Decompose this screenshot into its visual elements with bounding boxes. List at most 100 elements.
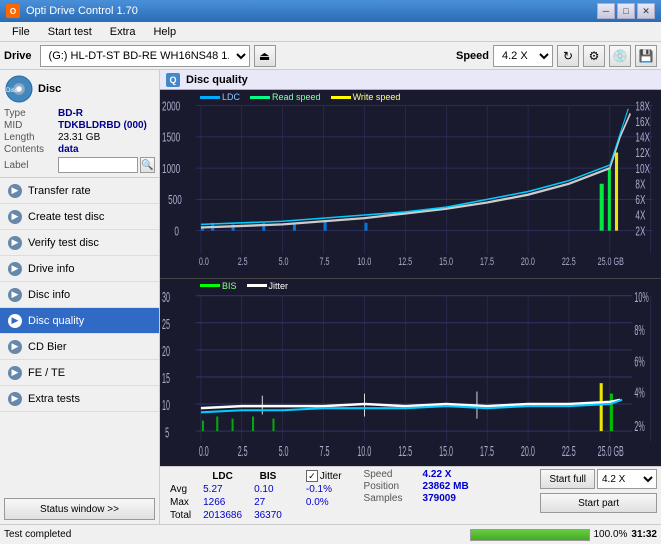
settings-button[interactable]: ⚙: [583, 45, 605, 67]
sidebar-item-fe-te[interactable]: ▶ FE / TE: [0, 360, 159, 386]
max-ldc: 1266: [197, 496, 248, 509]
svg-text:15: 15: [162, 371, 170, 386]
svg-text:20.0: 20.0: [521, 444, 535, 459]
svg-text:0.0: 0.0: [199, 444, 209, 459]
drive-toolbar: Drive (G:) HL-DT-ST BD-RE WH16NS48 1.D3 …: [0, 42, 661, 70]
svg-text:5: 5: [165, 425, 169, 440]
mid-value: TDKBLDRBD (000): [58, 120, 147, 131]
menu-help[interactable]: Help: [145, 24, 184, 40]
drive-select[interactable]: (G:) HL-DT-ST BD-RE WH16NS48 1.D3: [40, 45, 250, 67]
svg-text:2.5: 2.5: [238, 444, 248, 459]
progress-percent: 100.0%: [594, 529, 628, 540]
svg-text:5.0: 5.0: [279, 256, 289, 268]
chart1-container: LDC Read speed Write speed: [160, 90, 661, 279]
nav-list: ▶ Transfer rate ▶ Create test disc ▶ Ver…: [0, 178, 159, 494]
length-value: 23.31 GB: [58, 132, 100, 143]
status-text: Test completed: [4, 529, 466, 540]
sidebar-item-extra-tests[interactable]: ▶ Extra tests: [0, 386, 159, 412]
create-test-icon: ▶: [8, 210, 22, 224]
charts-area: LDC Read speed Write speed: [160, 90, 661, 466]
svg-text:25.0 GB: 25.0 GB: [598, 256, 624, 268]
svg-text:5.0: 5.0: [279, 444, 289, 459]
svg-text:15.0: 15.0: [439, 256, 453, 268]
start-full-button[interactable]: Start full: [540, 469, 595, 489]
quality-title: Disc quality: [186, 74, 248, 86]
position-value: 23862 MB: [423, 481, 469, 492]
sidebar-item-verify-test-disc[interactable]: ▶ Verify test disc: [0, 230, 159, 256]
svg-text:12.5: 12.5: [398, 256, 412, 268]
total-ldc: 2013686: [197, 509, 248, 522]
svg-text:10.0: 10.0: [357, 444, 371, 459]
samples-label: Samples: [364, 493, 419, 504]
position-label: Position: [364, 481, 419, 492]
action-buttons: Start full 4.2 X Start part: [540, 469, 657, 513]
sidebar-item-cd-bier[interactable]: ▶ CD Bier: [0, 334, 159, 360]
content-area: Q Disc quality LDC Read speed: [160, 70, 661, 524]
app-icon: O: [6, 4, 20, 18]
svg-text:1500: 1500: [162, 131, 180, 145]
avg-label: Avg: [164, 483, 197, 496]
label-label: Label: [4, 160, 56, 171]
disc-button[interactable]: 💿: [609, 45, 631, 67]
svg-text:6X: 6X: [635, 193, 645, 207]
svg-text:2%: 2%: [634, 419, 644, 434]
menu-start-test[interactable]: Start test: [40, 24, 100, 40]
chart1-legend: LDC Read speed Write speed: [200, 92, 400, 102]
avg-bis: 0.10: [248, 483, 288, 496]
chart2-svg: 30 25 20 15 10 5 10% 8% 6% 4% 2% 0.0 2.5…: [160, 279, 661, 467]
svg-text:8X: 8X: [635, 178, 645, 192]
progress-fill: [471, 530, 589, 540]
status-window-button[interactable]: Status window >>: [4, 498, 155, 520]
progress-bar: [470, 529, 590, 541]
label-search-button[interactable]: 🔍: [140, 157, 155, 173]
avg-ldc: 5.27: [197, 483, 248, 496]
close-button[interactable]: ✕: [637, 3, 655, 19]
fe-te-icon: ▶: [8, 366, 22, 380]
save-button[interactable]: 💾: [635, 45, 657, 67]
eject-button[interactable]: ⏏: [254, 45, 276, 67]
svg-text:2.5: 2.5: [238, 256, 248, 268]
sidebar-item-transfer-rate[interactable]: ▶ Transfer rate: [0, 178, 159, 204]
svg-text:4%: 4%: [634, 386, 644, 401]
svg-text:4X: 4X: [635, 209, 645, 223]
speed-select[interactable]: 4.2 X: [493, 45, 553, 67]
svg-text:15.0: 15.0: [439, 444, 453, 459]
label-input[interactable]: [58, 157, 138, 173]
menu-extra[interactable]: Extra: [102, 24, 144, 40]
speed-stat-value: 4.22 X: [423, 469, 452, 480]
svg-text:2000: 2000: [162, 100, 180, 114]
svg-text:10.0: 10.0: [357, 256, 371, 268]
svg-text:2X: 2X: [635, 225, 645, 239]
svg-text:0: 0: [174, 225, 179, 239]
type-label: Type: [4, 108, 56, 119]
minimize-button[interactable]: ─: [597, 3, 615, 19]
cd-bier-icon: ▶: [8, 340, 22, 354]
sidebar-item-create-test-disc[interactable]: ▶ Create test disc: [0, 204, 159, 230]
start-part-button[interactable]: Start part: [540, 493, 657, 513]
svg-text:18X: 18X: [635, 100, 650, 114]
jitter-checkbox[interactable]: ✓: [306, 470, 318, 482]
maximize-button[interactable]: □: [617, 3, 635, 19]
samples-value: 379009: [423, 493, 456, 504]
svg-text:25: 25: [162, 317, 170, 332]
sidebar-item-drive-info[interactable]: ▶ Drive info: [0, 256, 159, 282]
disc-info-rows: Type BD-R MID TDKBLDRBD (000) Length 23.…: [4, 108, 155, 173]
svg-text:12X: 12X: [635, 147, 650, 161]
sidebar-item-disc-quality[interactable]: ▶ Disc quality: [0, 308, 159, 334]
sidebar-item-disc-info[interactable]: ▶ Disc info: [0, 282, 159, 308]
length-label: Length: [4, 132, 56, 143]
status-time: 31:32: [631, 529, 657, 540]
svg-text:10: 10: [162, 398, 170, 413]
svg-text:10X: 10X: [635, 162, 650, 176]
menu-file[interactable]: File: [4, 24, 38, 40]
drive-label: Drive: [4, 50, 32, 62]
stats-area: LDC BIS ✓ Jitter Avg 5.27 0.10 -0.1%: [160, 466, 661, 524]
extra-tests-icon: ▶: [8, 392, 22, 406]
speed-dropdown[interactable]: 4.2 X: [597, 469, 657, 489]
avg-jitter: -0.1%: [300, 483, 348, 496]
svg-text:16X: 16X: [635, 115, 650, 129]
total-label: Total: [164, 509, 197, 522]
max-jitter: 0.0%: [300, 496, 348, 509]
disc-quality-icon: ▶: [8, 314, 22, 328]
refresh-button[interactable]: ↻: [557, 45, 579, 67]
